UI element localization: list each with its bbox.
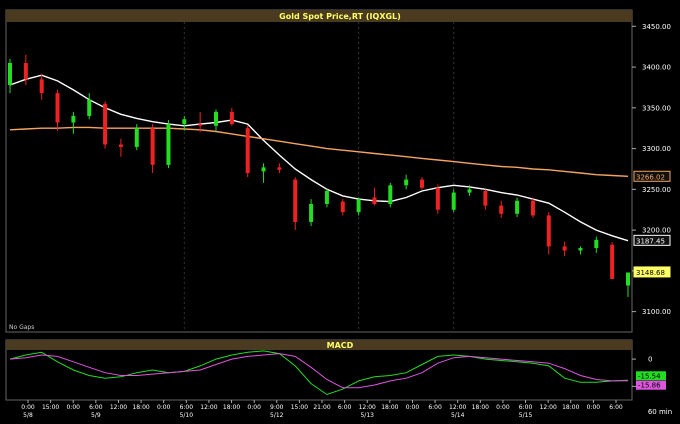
candle-body	[166, 124, 171, 165]
x-time-label: 0:00	[496, 404, 510, 411]
x-date-label: 5/15	[519, 412, 533, 419]
macd-title: MACD	[327, 341, 354, 350]
chart-svg: Gold Spot Price,RT (IQXGL) MACD No Gaps 60 …	[5, 9, 672, 419]
x-time-label: 6:00	[338, 404, 352, 411]
candle-body	[404, 179, 409, 186]
candle-body	[39, 79, 44, 94]
candle-body	[435, 187, 440, 210]
x-time-label: 12:00	[359, 404, 376, 411]
candle-body	[245, 128, 250, 174]
candle-body	[309, 204, 314, 222]
chart-title: Gold Spot Price,RT (IQXGL)	[279, 12, 401, 21]
candle-body	[594, 239, 599, 249]
interval-label: 60 min	[648, 408, 672, 416]
x-date-label: 5/13	[360, 412, 374, 419]
chart-window: Gold Spot Price,RT (IQXGL) MACD No Gaps 60 …	[0, 0, 680, 420]
x-time-label: 0:00	[157, 404, 171, 411]
candle-body	[87, 99, 92, 116]
candle-body	[198, 124, 203, 126]
price-tag-label: 3266.02	[636, 173, 665, 181]
no-gaps-label: No Gaps	[9, 324, 34, 331]
candle-body	[467, 189, 472, 193]
candle-body	[546, 215, 551, 247]
price-tag-label: 3148.68	[636, 269, 665, 277]
x-time-label: 0:00	[587, 404, 601, 411]
x-time-label: 6:00	[180, 404, 194, 411]
x-time-label: 12:00	[540, 404, 557, 411]
y-tick-label: 3450.00	[642, 23, 671, 31]
x-time-label: 0:00	[66, 404, 80, 411]
candle-body	[103, 103, 108, 145]
x-date-label: 5/14	[451, 412, 465, 419]
x-time-label: 21:00	[313, 404, 330, 411]
candle-body	[324, 190, 329, 205]
candle-body	[293, 179, 298, 222]
x-time-label: 18:00	[223, 404, 240, 411]
price-panel	[5, 9, 633, 333]
x-date-label: 5/10	[180, 412, 194, 419]
candle-body	[578, 248, 583, 251]
y-tick-label: 3400.00	[642, 64, 671, 72]
candle-body	[261, 167, 266, 172]
candle-body	[451, 192, 456, 210]
x-time-label: 0:00	[247, 404, 261, 411]
y-tick-label: 3200.00	[642, 227, 671, 235]
x-time-label: 18:00	[132, 404, 149, 411]
y-tick-label: 3300.00	[642, 145, 671, 153]
candle-body	[55, 93, 60, 123]
macd-value-tag-label: -15.54	[638, 372, 661, 380]
y-tick-label: 3350.00	[642, 104, 671, 112]
x-time-label: 6:00	[519, 404, 533, 411]
candle-body	[150, 128, 155, 165]
candle-body	[229, 111, 234, 125]
candle-body	[562, 246, 567, 251]
price-tag-label: 3187.45	[636, 237, 665, 245]
candle-body	[182, 119, 187, 125]
candle-body	[372, 197, 377, 205]
candle-body	[23, 62, 28, 80]
x-time-label: 12:00	[449, 404, 466, 411]
candle-body	[420, 179, 424, 188]
x-time-label: 15:00	[291, 404, 308, 411]
macd-value-tag-label: -15.86	[638, 382, 661, 390]
candle-body	[626, 272, 630, 286]
x-time-label: 12:00	[200, 404, 217, 411]
candle-body	[340, 201, 345, 213]
x-time-label: 6:00	[609, 404, 623, 411]
x-time-label: 15:00	[42, 404, 59, 411]
candle-body	[610, 244, 615, 280]
x-time-label: 18:00	[381, 404, 398, 411]
x-time-label: 18:00	[562, 404, 579, 411]
x-time-label: 6:00	[428, 404, 442, 411]
x-date-label: 5/12	[270, 412, 284, 419]
candle-body	[71, 115, 76, 123]
x-time-label: 18:00	[472, 404, 489, 411]
y-tick-label: 3250.00	[642, 186, 671, 194]
candle-body	[134, 128, 139, 147]
candle-body	[277, 167, 282, 170]
x-time-label: 0:00	[406, 404, 420, 411]
candle-body	[530, 200, 535, 216]
x-time-label: 9:00	[270, 404, 284, 411]
x-time-label: 0:00	[21, 404, 35, 411]
candle-body	[118, 144, 123, 147]
candle-body	[483, 190, 488, 206]
macd-title-bar	[6, 340, 632, 350]
x-date-label: 5/8	[23, 412, 33, 419]
candle-body	[388, 185, 393, 205]
candle-body	[8, 62, 12, 85]
x-date-label: 5/9	[91, 412, 101, 419]
candle-body	[214, 111, 218, 126]
candle-body	[356, 199, 361, 213]
y-tick-label: 3100.00	[642, 308, 671, 316]
macd-y-tick-label: 0	[648, 356, 652, 364]
candle-body	[515, 200, 520, 214]
x-time-label: 6:00	[89, 404, 103, 411]
x-time-label: 12:00	[110, 404, 127, 411]
candle-body	[499, 205, 504, 214]
